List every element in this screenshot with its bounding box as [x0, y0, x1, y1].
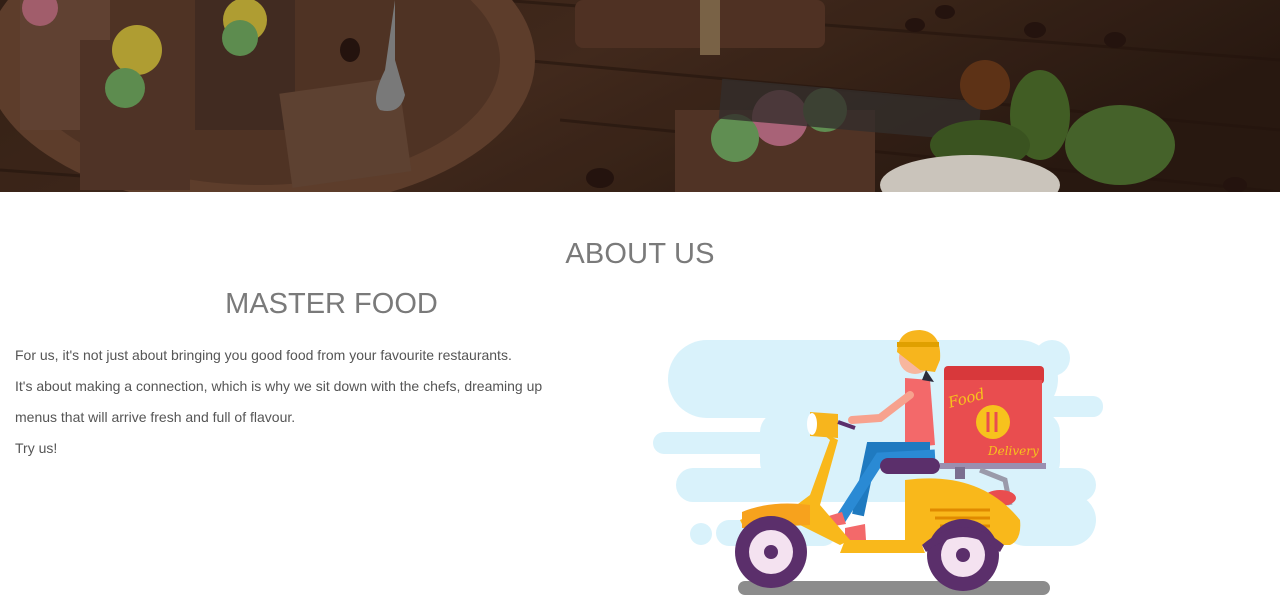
about-paragraph-2: It's about making a connection, which is…	[15, 378, 543, 394]
sub-title-master-food: MASTER FOOD	[225, 288, 438, 320]
about-description: For us, it's not just about bringing you…	[15, 340, 555, 464]
about-paragraph-1: For us, it's not just about bringing you…	[15, 347, 512, 363]
delivery-scooter-illustration: Food Delivery	[650, 326, 1110, 599]
section-title-about-us: ABOUT US	[565, 238, 715, 270]
hero-banner-image	[0, 0, 1280, 192]
about-paragraph-4: Try us!	[15, 440, 58, 456]
box-text-delivery: Delivery	[987, 444, 1039, 458]
about-paragraph-3: menus that will arrive fresh and full of…	[15, 409, 296, 425]
